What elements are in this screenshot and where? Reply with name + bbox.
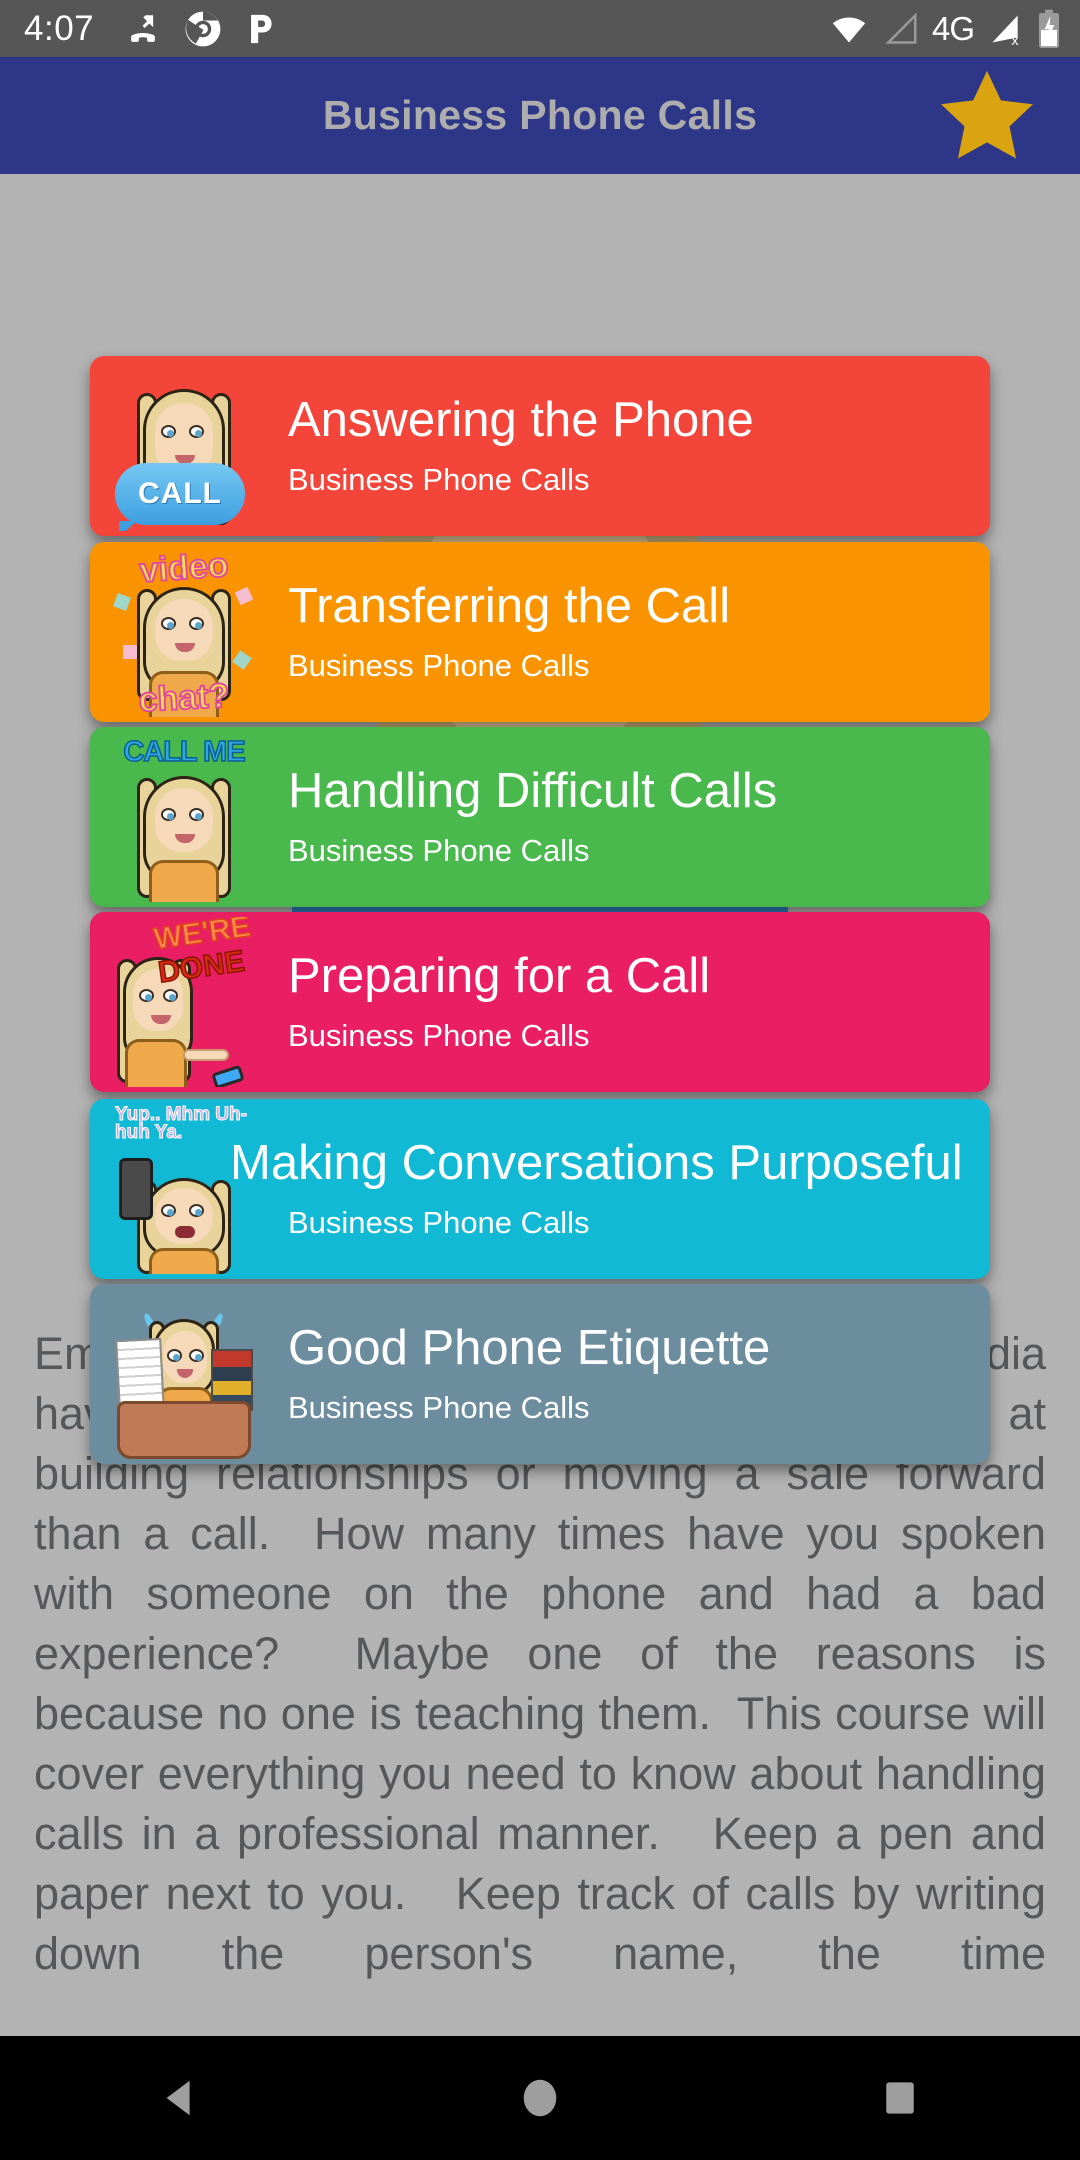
lesson-subtitle: Business Phone Calls: [288, 462, 590, 497]
recents-button[interactable]: [840, 2036, 960, 2160]
favorite-button[interactable]: [932, 61, 1042, 171]
lesson-card-text: Good Phone Etiquette Business Phone Call…: [288, 1319, 990, 1429]
lesson-thumbnail: [104, 1289, 264, 1459]
svg-text:x: x: [1011, 32, 1018, 47]
lesson-title: Making Conversations Purposeful: [230, 1136, 963, 1190]
missed-call-icon: [131, 14, 155, 42]
system-navigation-bar: [0, 2036, 1080, 2160]
call-bubble-label: CALL: [138, 477, 222, 510]
lesson-title: Answering the Phone: [288, 393, 754, 447]
bitmoji-yup-uhhuh-icon: Yup.. Mhm Uh-huh Ya.: [109, 1104, 259, 1274]
lesson-card-preparing-for-a-call[interactable]: WE'RE DONE Preparing for a Call Business…: [90, 912, 990, 1092]
lesson-title: Handling Difficult Calls: [288, 764, 778, 818]
lesson-thumbnail: WE'RE DONE: [104, 917, 264, 1087]
mobile-network-type: 4G: [931, 10, 975, 47]
lesson-subtitle: Business Phone Calls: [288, 833, 590, 868]
star-icon: [941, 70, 1033, 158]
were-wordart: WE'RE: [151, 917, 253, 957]
lesson-card-text: Preparing for a Call Business Phone Call…: [288, 947, 990, 1057]
status-bar-clock: 4:07: [24, 9, 95, 48]
lesson-card-handling-difficult-calls[interactable]: CALL ME Handling Difficult Calls Busines…: [90, 727, 990, 907]
bitmoji-call-bubble-icon: CALL: [109, 363, 259, 531]
bitmoji-video-chat-icon: video chat?: [109, 547, 259, 717]
lesson-title: Preparing for a Call: [288, 949, 711, 1003]
signal-empty-icon: [885, 11, 917, 44]
lesson-card-text: Answering the Phone Business Phone Calls: [288, 391, 990, 501]
back-button[interactable]: [120, 2036, 240, 2160]
lesson-thumbnail: Yup.. Mhm Uh-huh Ya.: [104, 1104, 264, 1274]
desk: [117, 1401, 251, 1459]
lesson-card-good-phone-etiquette[interactable]: Good Phone Etiquette Business Phone Call…: [90, 1284, 990, 1464]
wifi-icon: [832, 16, 866, 42]
pandora-icon: [251, 14, 272, 43]
battery-charging-icon: [1039, 9, 1059, 48]
app-bar: Business Phone Calls: [0, 57, 1080, 174]
square-icon: [886, 2082, 914, 2114]
phone-in-hand: [119, 1158, 153, 1220]
chrome-icon: [185, 11, 221, 46]
lesson-subtitle: Business Phone Calls: [288, 648, 590, 683]
bitmoji-call-me-icon: CALL ME: [109, 734, 259, 902]
home-button[interactable]: [480, 2036, 600, 2160]
lesson-thumbnail: CALL: [104, 361, 264, 531]
lesson-card-text: Handling Difficult Calls Business Phone …: [288, 762, 990, 872]
lesson-card-text: Transferring the Call Business Phone Cal…: [288, 577, 990, 687]
bitmoji-busy-desk-icon: [109, 1291, 259, 1459]
status-bar-notification-icons: [124, 10, 278, 48]
status-bar-system-icons: 4G x: [828, 9, 1062, 49]
call-me-wordart: CALL ME: [123, 736, 247, 768]
bitmoji-were-done-icon: WE'RE DONE: [109, 917, 259, 1087]
video-wordart: video: [137, 547, 230, 591]
lesson-card-making-conversations-purposeful[interactable]: Yup.. Mhm Uh-huh Ya. Making Conversation…: [90, 1099, 990, 1279]
call-bubble: CALL: [115, 463, 245, 531]
lesson-subtitle: Business Phone Calls: [288, 1018, 590, 1053]
lesson-card-transferring-the-call[interactable]: video chat? Transferring the Call Busine…: [90, 542, 990, 722]
lesson-list[interactable]: CALL Answering the Phone Business Phone …: [0, 174, 1080, 2036]
lesson-title: Good Phone Etiquette: [288, 1321, 771, 1375]
circle-icon: [523, 2079, 557, 2117]
lesson-thumbnail: CALL ME: [104, 732, 264, 902]
signal-off-icon: x: [992, 15, 1018, 48]
lesson-title: Transferring the Call: [288, 579, 731, 633]
page-title: Business Phone Calls: [322, 92, 758, 138]
lesson-card-answering-the-phone[interactable]: CALL Answering the Phone Business Phone …: [90, 356, 990, 536]
lesson-card-text: Making Conversations Purposeful Business…: [230, 1134, 990, 1244]
triangle-left-icon: [166, 2080, 190, 2116]
lesson-subtitle: Business Phone Calls: [288, 1390, 590, 1425]
status-bar: 4:07 4G x: [0, 0, 1080, 57]
phone-screen: 4:07 4G x Business Phone Calls have at b…: [0, 0, 1080, 2160]
lesson-thumbnail: video chat?: [104, 547, 264, 717]
lesson-subtitle: Business Phone Calls: [288, 1205, 590, 1240]
yup-wordart: Yup.. Mhm Uh-huh Ya.: [115, 1104, 248, 1143]
